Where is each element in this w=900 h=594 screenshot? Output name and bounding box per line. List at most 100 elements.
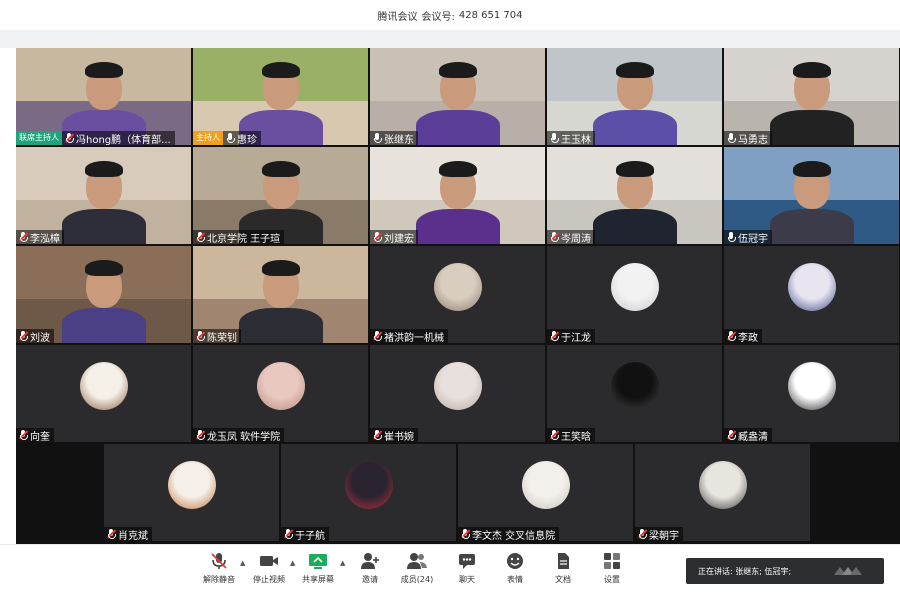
smiley-icon [507, 553, 523, 569]
name-label-bar: 马勇志 [724, 131, 772, 145]
share-screen-icon [309, 554, 327, 569]
avatar [433, 263, 482, 311]
participant-tile[interactable]: 于子航 [281, 444, 456, 541]
docs-label: 文档 [555, 575, 571, 584]
avatar [167, 461, 216, 509]
name-label-bar: 龙玉凤 软件学院 [193, 428, 285, 443]
participant-name: 惠珍 [237, 134, 257, 146]
participant-name: 龙玉凤 软件学院 [207, 431, 281, 443]
speaking-indicator: 正在讲话: 张继东; 伍冠宇; [686, 558, 884, 584]
participant-tile[interactable]: 岑周涛 [547, 147, 722, 244]
participant-tile[interactable]: 陈荣钊 [193, 246, 368, 343]
host-badge: 主持人 [193, 131, 223, 145]
share-options-caret-icon[interactable]: ▲ [340, 559, 345, 567]
participant-tile[interactable]: 刘建宏 [370, 147, 545, 244]
participant-tile[interactable]: 梁朝宇 [635, 444, 810, 541]
participant-name: 冯hong鹏（体育部... [76, 134, 171, 146]
name-label-bar: 李泓樟 [16, 230, 64, 244]
participant-tile[interactable]: 向奎 [16, 345, 191, 442]
avatar [79, 362, 128, 410]
participant-body [61, 209, 146, 244]
mic-icon [726, 231, 736, 243]
participant-hair [261, 260, 300, 276]
participant-body [415, 209, 500, 244]
participant-tile[interactable]: 王玉林 [547, 48, 722, 145]
participant-name: 崔书婉 [384, 431, 414, 443]
reactions-button[interactable]: 表情 [492, 551, 538, 585]
top-band [0, 30, 900, 48]
name-label-bar: 于江龙 [547, 329, 595, 343]
members-icon [407, 553, 427, 569]
name-label-bar: 崔书婉 [370, 428, 418, 442]
avatar [433, 362, 482, 410]
participant-body [415, 110, 500, 145]
participant-tile[interactable]: 李泓樟 [16, 147, 191, 244]
reactions-label: 表情 [507, 575, 523, 584]
participant-body [769, 209, 854, 244]
participant-name: 于子航 [295, 530, 325, 542]
participant-tile[interactable]: 龙玉凤 软件学院 [193, 345, 368, 442]
invite-button[interactable]: 邀请 [347, 551, 393, 585]
participant-video [413, 48, 503, 145]
participant-tile[interactable]: 张继东 [370, 48, 545, 145]
participant-tile[interactable]: 北京学院 王子瑄 [193, 147, 368, 244]
name-label-bar: 北京学院 王子瑄 [193, 230, 285, 245]
participant-tile[interactable]: 李政 [724, 246, 899, 343]
name-label-bar: 联席主持人 冯hong鹏（体育部... [16, 131, 175, 145]
document-icon [558, 553, 569, 569]
invite-label: 邀请 [362, 575, 378, 584]
participant-tile[interactable]: 肖克斌 [104, 444, 279, 541]
docs-button[interactable]: 文档 [540, 551, 586, 585]
stop-video-button[interactable]: 停止视频 [246, 551, 292, 585]
name-label-bar: 陈荣钊 [193, 329, 241, 343]
name-label-bar: 刘建宏 [370, 230, 418, 244]
mic-muted-icon [460, 528, 470, 540]
participant-tile[interactable]: 联席主持人 冯hong鹏（体育部... [16, 48, 191, 145]
mic-muted-icon [549, 231, 559, 243]
participant-hair [792, 161, 831, 177]
participant-tile[interactable]: 崔书婉 [370, 345, 545, 442]
participant-tile[interactable]: 褚洪韵一机械 [370, 246, 545, 343]
settings-button[interactable]: 设置 [589, 551, 635, 585]
participant-hair [84, 62, 123, 78]
participant-name: 刘建宏 [384, 233, 414, 245]
participant-name: 马勇志 [738, 134, 768, 146]
members-button[interactable]: 成员(24) [394, 551, 440, 585]
participant-hair [261, 161, 300, 177]
mic-muted-icon [549, 429, 559, 441]
participant-tile[interactable]: 王笑晗 [547, 345, 722, 442]
participant-name: 北京学院 王子瑄 [207, 233, 281, 245]
participant-tile[interactable]: 主持人 惠珍 [193, 48, 368, 145]
mic-muted-icon [726, 330, 736, 342]
mic-muted-icon [372, 231, 382, 243]
chat-button[interactable]: 聊天 [444, 551, 490, 585]
unmute-button[interactable]: 解除静音 [196, 551, 242, 585]
participant-name: 李政 [738, 332, 758, 344]
participant-video [767, 48, 857, 145]
participant-tile[interactable]: 伍冠宇 [724, 147, 899, 244]
unmute-label: 解除静音 [203, 575, 235, 584]
participant-tile[interactable]: 臧盎清 [724, 345, 899, 442]
participant-hair [615, 161, 654, 177]
name-label-bar: 王玉林 [547, 131, 595, 145]
participant-body [769, 110, 854, 145]
audio-options-caret-icon[interactable]: ▲ [240, 559, 245, 567]
share-screen-button[interactable]: 共享屏幕 [295, 551, 341, 585]
participant-name: 于江龙 [561, 332, 591, 344]
name-label-bar: 王笑晗 [547, 428, 595, 442]
participant-hair [438, 62, 477, 78]
title-bar: 腾讯会议 会议号: 428 651 704 [0, 0, 900, 30]
participant-tile[interactable]: 马勇志 [724, 48, 899, 145]
participant-tile[interactable]: 刘波 [16, 246, 191, 343]
mic-muted-icon [195, 330, 205, 342]
participant-tile[interactable]: 于江龙 [547, 246, 722, 343]
participant-name: 岑周涛 [561, 233, 591, 245]
mic-muted-icon [195, 429, 205, 441]
participant-tile[interactable]: 李文杰 交叉信息院 [458, 444, 633, 541]
stop-video-label: 停止视频 [253, 575, 285, 584]
avatar [344, 461, 393, 509]
meeting-id[interactable]: 428 651 704 [459, 10, 523, 21]
mic-muted-icon [18, 429, 28, 441]
name-label-bar: 肖克斌 [104, 527, 152, 541]
mic-muted-icon [106, 528, 116, 540]
